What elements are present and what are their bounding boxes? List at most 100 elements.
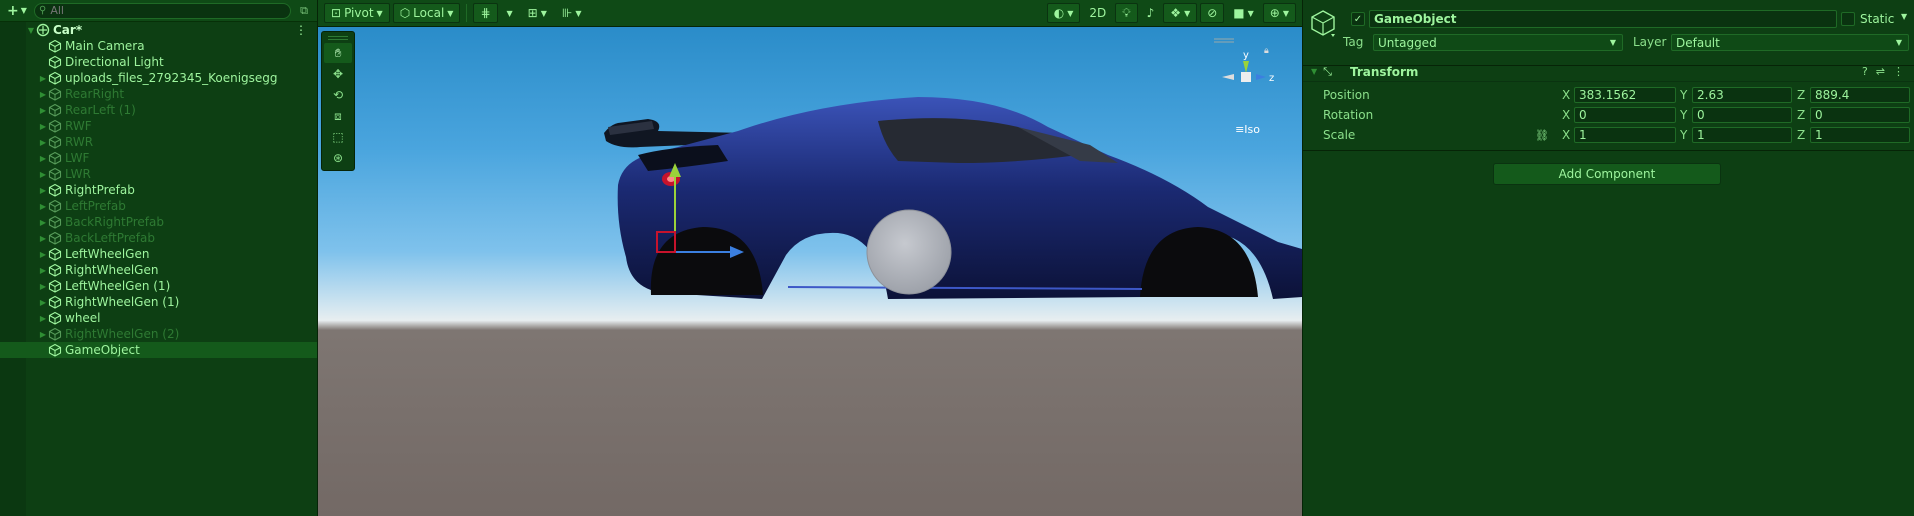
gizmo-z-cone[interactable] [1256,74,1266,80]
hierarchy-item[interactable]: ▶ LeftPrefab [0,198,317,214]
expand-arrow-icon[interactable]: ▶ [38,186,48,195]
projection-toggle[interactable]: ≡Iso [1235,123,1260,136]
position-x-field[interactable] [1574,87,1676,103]
lighting-toggle[interactable]: 💡︎ [1115,3,1138,23]
kebab-menu-icon[interactable]: ⋮ [295,23,307,37]
expand-arrow-icon[interactable]: ▶ [38,218,48,227]
hierarchy-item[interactable]: ▶ LWR [0,166,317,182]
expand-arrow-icon[interactable]: ▶ [38,122,48,131]
scene-visibility-toggle[interactable]: ⊘ [1200,3,1225,23]
position-z-label[interactable]: Z [1797,88,1805,102]
hierarchy-item[interactable]: ▶ RightPrefab [0,182,317,198]
rotate-tool[interactable]: ⟲ [324,85,352,105]
hierarchy-item[interactable]: ▶ LWF [0,150,317,166]
hierarchy-item[interactable]: Directional Light [0,54,317,70]
expand-arrow-icon[interactable]: ▶ [38,250,48,259]
preset-icon[interactable]: ⇌ [1876,65,1885,78]
hierarchy-item[interactable]: ▶ RightWheelGen (1) [0,294,317,310]
expand-arrow-icon[interactable]: ▶ [38,170,48,179]
kebab-menu-icon[interactable]: ⋮ [1893,65,1904,78]
gizmo-x-cone[interactable] [1222,74,1234,80]
grid-snap-menu[interactable]: ▼ [501,3,519,23]
tag-dropdown[interactable]: Untagged ▼ [1373,34,1623,51]
link-icon[interactable]: ⛓ [1535,129,1549,142]
hierarchy-item[interactable]: ▶ BackRightPrefab [0,214,317,230]
hierarchy-item[interactable]: GameObject [0,342,317,358]
hand-tool[interactable]: ✋︎ [324,43,352,63]
draw-mode-dropdown[interactable]: ◐ ▼ [1046,3,1081,23]
gizmo-y-cone[interactable] [1243,61,1249,73]
audio-toggle[interactable]: ♪ [1141,3,1161,23]
help-icon[interactable]: ? [1862,65,1868,78]
toggle-2d-button[interactable]: 2D [1083,3,1112,23]
expand-arrow-icon[interactable]: ▶ [38,282,48,291]
scale-y-field[interactable] [1692,127,1792,143]
hierarchy-item[interactable]: ▶ LeftWheelGen (1) [0,278,317,294]
move-tool[interactable]: ✥ [324,64,352,84]
expand-arrow-icon[interactable]: ▶ [38,74,48,83]
expand-arrow-icon[interactable]: ▶ [38,202,48,211]
rotation-z-label[interactable]: Z [1797,108,1805,122]
fold-arrow-icon[interactable]: ▼ [1311,67,1317,76]
hierarchy-item[interactable]: ▶ RWF [0,118,317,134]
pivot-dropdown[interactable]: ⊡ Pivot ▼ [324,3,390,23]
position-z-field[interactable] [1810,87,1910,103]
scale-y-label[interactable]: Y [1680,128,1687,142]
rotation-y-label[interactable]: Y [1680,108,1687,122]
scale-x-label[interactable]: X [1562,128,1570,142]
gizmo-center[interactable] [1241,72,1251,82]
add-object-button[interactable]: + ▼ [4,3,30,19]
expand-arrow-icon[interactable]: ▶ [38,314,48,323]
expand-arrow-icon[interactable]: ▶ [38,298,48,307]
hierarchy-item[interactable]: ▶ RearRight [0,86,317,102]
hierarchy-root[interactable]: ▼ Car* ⋮ [0,22,317,38]
expand-arrow-icon[interactable]: ▶ [38,154,48,163]
rotation-x-field[interactable] [1574,107,1676,123]
rotation-x-label[interactable]: X [1562,108,1570,122]
rotation-y-field[interactable] [1692,107,1792,123]
hierarchy-item[interactable]: ▶ RightWheelGen [0,262,317,278]
transform-component-header[interactable]: ▼ ⤡ Transform ? ⇌ ⋮ [1303,62,1914,82]
hierarchy-item[interactable]: ▶ uploads_files_2792345_Koenigsegg [0,70,317,86]
gizmos-dropdown[interactable]: ⊕ ▼ [1262,3,1296,23]
effects-toggle[interactable]: ❖ ▼ [1163,3,1198,23]
expand-arrow-icon[interactable]: ▶ [38,138,48,147]
increment-snap-button[interactable]: ⊪ ▼ [556,3,588,23]
scene-viewport[interactable]: ✋︎ ✥ ⟲ ⧈ ⬚ ⊛ 🔒︎ y z ≡Iso [318,27,1302,516]
rect-tool[interactable]: ⬚ [324,127,352,147]
drag-grip-icon[interactable] [328,36,348,40]
camera-settings-button[interactable]: ■ ▼ [1227,3,1260,23]
chevron-down-icon[interactable]: ▼ [1901,12,1907,21]
expand-arrow-icon[interactable]: ▶ [38,90,48,99]
hierarchy-item[interactable]: ▶ wheel [0,310,317,326]
static-checkbox[interactable] [1841,12,1855,26]
hierarchy-item[interactable]: Main Camera [0,38,317,54]
object-name-field[interactable] [1369,10,1837,28]
scale-x-field[interactable] [1574,127,1676,143]
expand-arrow-icon[interactable]: ▶ [38,106,48,115]
scale-z-field[interactable] [1810,127,1910,143]
grid-visibility-button[interactable]: ⊞ ▼ [522,3,553,23]
selected-wheel[interactable] [866,209,952,295]
expand-arrow-icon[interactable]: ▼ [26,26,36,35]
rotation-z-field[interactable] [1810,107,1910,123]
expand-arrow-icon[interactable]: ▶ [38,266,48,275]
active-checkbox[interactable]: ✓ [1351,12,1365,26]
hierarchy-item[interactable]: ▶ RearLeft (1) [0,102,317,118]
lock-icon[interactable]: 🔒︎ [1264,46,1269,56]
scene-search-icon[interactable]: ⧉ [295,3,313,19]
position-y-field[interactable] [1692,87,1792,103]
scale-z-label[interactable]: Z [1797,128,1805,142]
layer-dropdown[interactable]: Default ▼ [1671,34,1909,51]
transform-tool[interactable]: ⊛ [324,148,352,168]
hierarchy-item[interactable]: ▶ LeftWheelGen [0,246,317,262]
add-component-button[interactable]: Add Component [1493,163,1721,185]
hierarchy-item[interactable]: ▶ RWR [0,134,317,150]
search-input[interactable] [50,4,290,17]
expand-arrow-icon[interactable]: ▶ [38,330,48,339]
position-x-label[interactable]: X [1562,88,1570,102]
grid-snap-button[interactable]: ⋕ [473,3,498,23]
hierarchy-item[interactable]: ▶ BackLeftPrefab [0,230,317,246]
hierarchy-search[interactable]: ⚲ [34,2,291,19]
local-dropdown[interactable]: ⬡ Local ▼ [392,3,461,23]
